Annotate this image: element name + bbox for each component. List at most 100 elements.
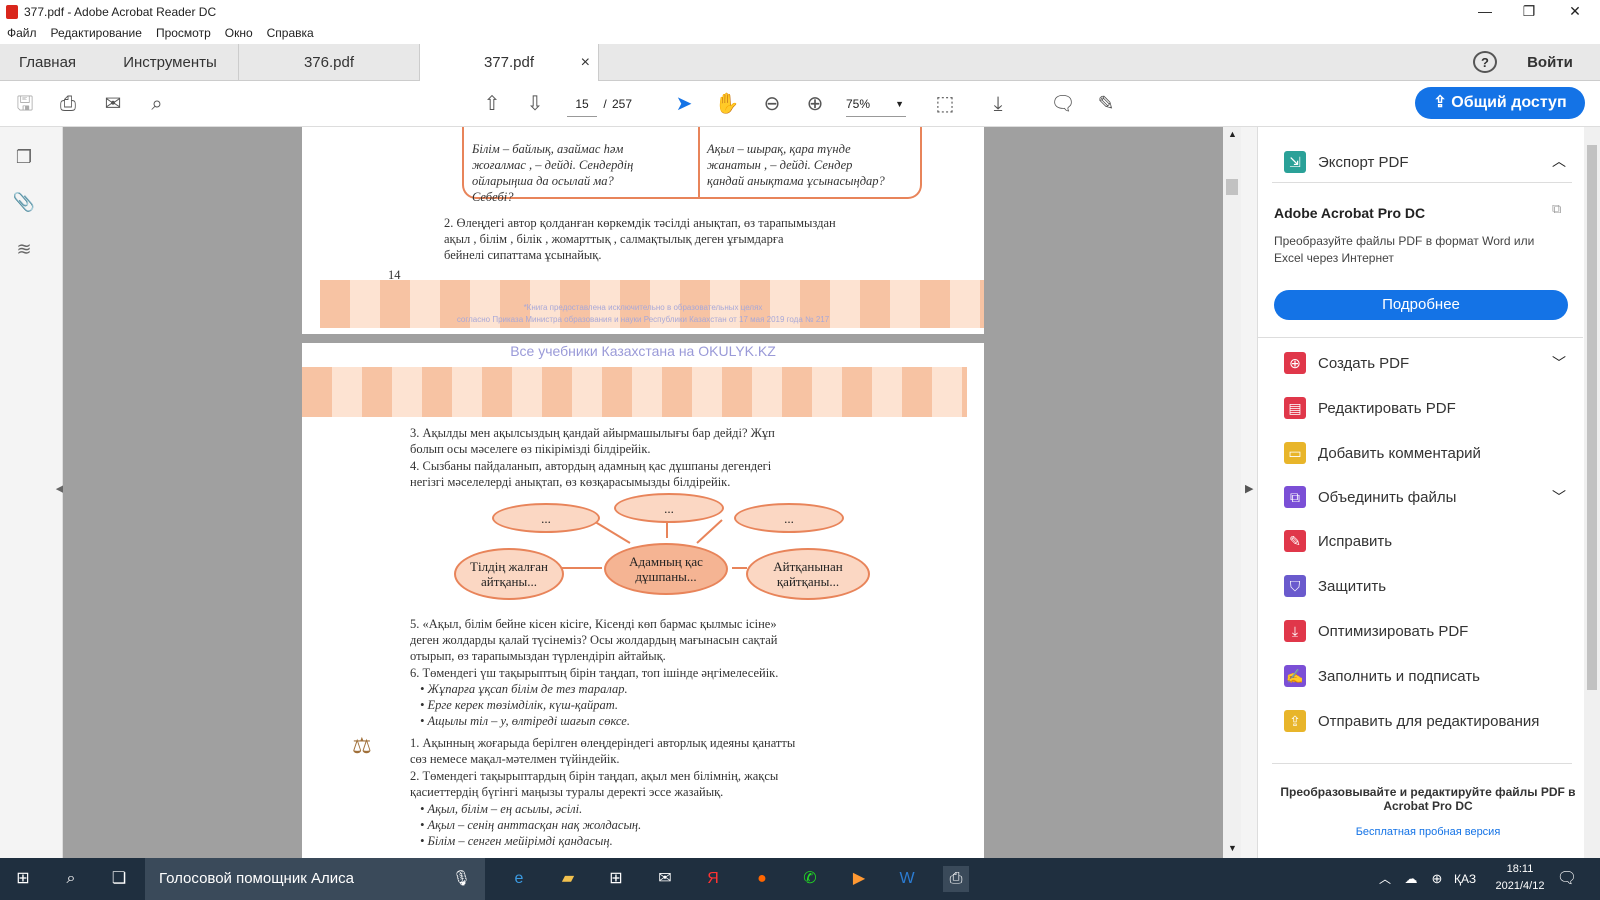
store-icon[interactable]: ⊞ — [603, 866, 629, 892]
menu-window[interactable]: Окно — [218, 26, 260, 40]
zoom-out-icon[interactable]: ⊖ — [759, 91, 785, 117]
windows-start-icon[interactable]: ⊞ — [10, 866, 36, 892]
file-explorer-icon[interactable]: ▰ — [555, 866, 581, 892]
network-icon[interactable]: ⊕ — [1424, 866, 1450, 892]
chevron-down-icon: ▼ — [895, 99, 904, 109]
save-icon[interactable]: 🖫 — [12, 91, 38, 117]
maximize-button[interactable]: ❐ — [1506, 0, 1552, 23]
chevron-down-icon[interactable]: ﹀ — [1552, 487, 1566, 507]
page-separator: / — [603, 97, 607, 111]
minimize-button[interactable]: — — [1462, 0, 1508, 23]
clock-date[interactable]: 2021/4/12 — [1485, 880, 1555, 892]
tool-create-pdf[interactable]: ⊕ Создать PDF — [1284, 348, 1409, 378]
diagram-node-top-center: ... — [614, 493, 724, 523]
layers-icon[interactable]: ≋ — [12, 239, 36, 263]
tool-optimize-pdf[interactable]: ⤓ Оптимизировать PDF — [1284, 616, 1468, 646]
free-trial-link[interactable]: Бесплатная пробная версия — [1278, 826, 1578, 838]
tool-fill-and-sign[interactable]: ✍ Заполнить и подписать — [1284, 661, 1480, 691]
quote-right: Ақыл – шырақ, қара түнде жанатын , – дейд… — [707, 142, 885, 188]
help-icon[interactable]: ? — [1473, 51, 1497, 73]
select-cursor-icon[interactable]: ➤ — [671, 91, 697, 117]
edge-icon[interactable]: e — [506, 866, 532, 892]
acrobat-taskbar-icon[interactable]: ⎙ — [943, 866, 969, 892]
alice-voice-assistant[interactable]: Голосовой помощник Алиса 🎙 — [145, 858, 485, 900]
attachments-icon[interactable]: 📎 — [12, 192, 36, 216]
share-icon: ⇪ — [1433, 94, 1452, 111]
next-page-icon[interactable]: ⇩ — [522, 91, 548, 117]
tool-send-for-review[interactable]: ⇪ Отправить для редактирования — [1284, 706, 1539, 736]
search-icon[interactable]: ⌕ — [144, 91, 170, 117]
fit-page-icon[interactable]: ⬚ — [932, 91, 958, 117]
whatsapp-icon[interactable]: ✆ — [797, 866, 823, 892]
diagram-node-top-right: ... — [734, 503, 844, 533]
question-6: 6. Төмендегі үш тақырыптың бірін таңдап,… — [410, 666, 779, 680]
copy-icon[interactable]: ⧉ — [1552, 201, 1561, 217]
page-number-input[interactable]: 15 — [567, 91, 597, 117]
menu-help[interactable]: Справка — [260, 26, 321, 40]
tool-label: Оптимизировать PDF — [1318, 622, 1469, 640]
tool-label: Исправить — [1318, 532, 1393, 550]
hand-tool-icon[interactable]: ✋ — [714, 91, 740, 117]
tool-fix[interactable]: ✎ Исправить — [1284, 526, 1392, 556]
menu-edit[interactable]: Редактирование — [44, 26, 149, 40]
yandex-browser-icon[interactable]: Я — [700, 866, 726, 892]
export-pdf-header[interactable]: ⇲ Экспорт PDF — [1284, 147, 1409, 177]
clock-time[interactable]: 18:11 — [1490, 863, 1550, 875]
page-thumbnails-icon[interactable]: ❐ — [12, 147, 36, 171]
word-icon[interactable]: W — [894, 866, 920, 892]
tab-close-icon[interactable]: × — [581, 44, 590, 81]
task-view-icon[interactable]: ❏ — [106, 866, 132, 892]
document-scrollbar[interactable]: ▲ ▼ — [1223, 127, 1241, 858]
print-icon[interactable]: ⎙ — [55, 91, 81, 117]
search-icon[interactable]: ⌕ — [58, 866, 84, 892]
collapse-right-icon[interactable]: ▶ — [1245, 482, 1253, 495]
scroll-down-icon[interactable]: ▼ — [1228, 843, 1237, 853]
onedrive-icon[interactable]: ☁ — [1398, 866, 1424, 892]
app-icon[interactable]: ● — [749, 866, 775, 892]
chevron-up-icon[interactable]: ︿ — [1552, 151, 1566, 171]
fix-icon: ✎ — [1284, 530, 1306, 552]
question-3: 3. Ақылды мен ақылсыздың қандай айырмашы… — [410, 426, 775, 456]
tool-edit-pdf[interactable]: ▤ Редактировать PDF — [1284, 393, 1456, 423]
media-player-icon[interactable]: ▶ — [846, 866, 872, 892]
diagram-node-center: Адамның қас дұшпаны... — [604, 543, 728, 595]
scroll-up-icon[interactable]: ▲ — [1228, 129, 1237, 139]
tab-tools[interactable]: Инструменты — [100, 44, 240, 81]
tool-protect[interactable]: ⛉ Защитить — [1284, 571, 1386, 601]
sign-pen-icon[interactable]: ✎ — [1093, 91, 1119, 117]
tab-home[interactable]: Главная — [0, 44, 95, 81]
menu-view[interactable]: Просмотр — [149, 26, 218, 40]
document-view[interactable]: Білім – байлық, азаймас һәм жоғалмас , – … — [63, 127, 1223, 858]
previous-page-icon[interactable]: ⇧ — [479, 91, 505, 117]
tools-pane-scrollbar[interactable] — [1584, 127, 1600, 858]
email-icon[interactable]: ✉ — [100, 91, 126, 117]
chevron-down-icon[interactable]: ﹀ — [1552, 353, 1566, 373]
optimize-pdf-icon: ⤓ — [1284, 620, 1306, 642]
tool-label: Защитить — [1318, 577, 1387, 595]
tab-377-pdf[interactable]: 377.pdf × — [419, 44, 599, 82]
learn-more-button[interactable]: Подробнее — [1274, 290, 1568, 320]
scrollbar-thumb[interactable] — [1226, 179, 1238, 195]
tab-376-pdf[interactable]: 376.pdf — [238, 44, 419, 81]
microphone-icon[interactable]: 🎙 — [452, 858, 471, 900]
zoom-value: 75% — [846, 97, 871, 111]
zoom-select[interactable]: 75% ▼ — [846, 91, 906, 117]
menu-file[interactable]: Файл — [0, 26, 44, 40]
task-2-topics: • Ақыл, білім – ең асылы, әсілі. • Ақыл –… — [420, 802, 642, 848]
scrollbar-thumb[interactable] — [1587, 145, 1597, 690]
mail-icon[interactable]: ✉ — [652, 866, 678, 892]
zoom-in-icon[interactable]: ⊕ — [802, 91, 828, 117]
tool-add-comment[interactable]: ▭ Добавить комментарий — [1284, 438, 1481, 468]
tool-combine-files[interactable]: ⧉ Объединить файлы — [1284, 482, 1456, 512]
language-indicator[interactable]: ҚАЗ — [1454, 872, 1476, 886]
tray-chevron-up-icon[interactable]: ︿ — [1372, 866, 1398, 892]
tools-pane: ⇲ Экспорт PDF ︿ Adobe Acrobat Pro DC ⧉ Пр… — [1258, 127, 1600, 858]
question-5: 5. «Ақыл, білім бейне кісен кісіге, Кісе… — [410, 617, 778, 663]
share-button[interactable]: ⇪ Общий доступ — [1415, 87, 1585, 119]
close-button[interactable]: ✕ — [1552, 0, 1598, 23]
comment-icon[interactable]: 🗨 — [1050, 91, 1076, 117]
scroll-mode-icon[interactable]: ⤓ — [985, 91, 1011, 117]
notifications-icon[interactable]: 🗨 — [1554, 866, 1580, 892]
tab-label: 377.pdf — [483, 54, 535, 71]
signin-button[interactable]: Войти — [1520, 44, 1580, 81]
